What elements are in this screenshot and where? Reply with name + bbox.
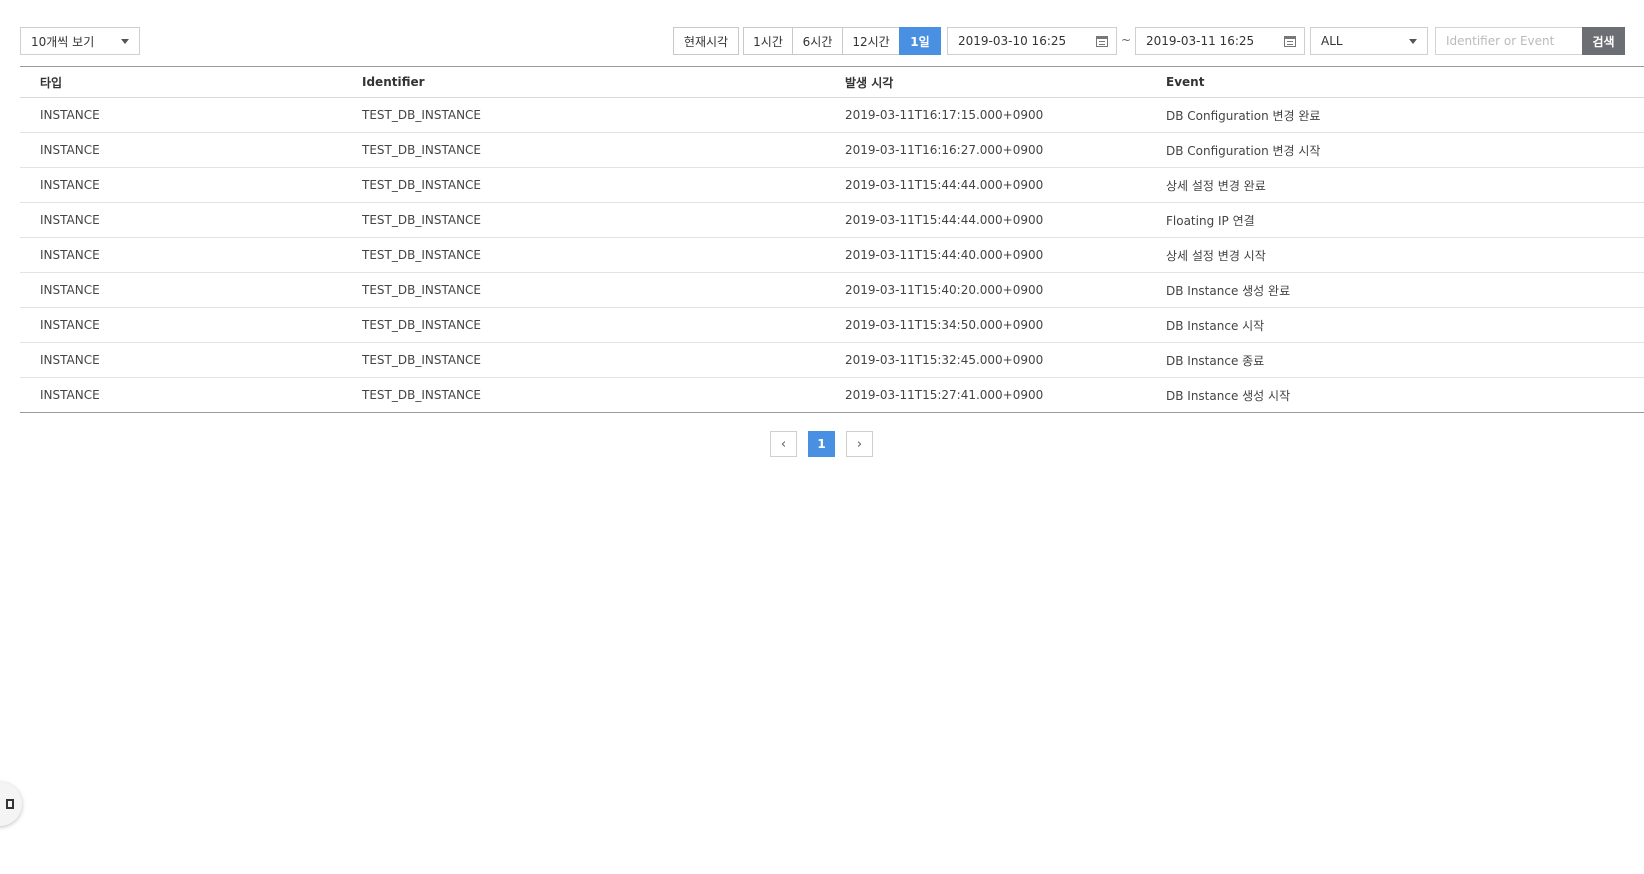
time-button-now-label: 현재시각 (683, 34, 729, 49)
time-button-6h-label: 6시간 (802, 34, 833, 49)
table-row: INSTANCE TEST_DB_INSTANCE 2019-03-11T15:… (20, 342, 1644, 378)
table-row: INSTANCE TEST_DB_INSTANCE 2019-03-11T15:… (20, 377, 1644, 413)
next-page-button[interactable]: › (846, 431, 873, 457)
date-from-value: 2019-03-10 16:25 (958, 34, 1067, 48)
cell-event: DB Instance 시작 (1166, 307, 1644, 343)
date-to-value: 2019-03-11 16:25 (1146, 34, 1255, 48)
table-row: INSTANCE TEST_DB_INSTANCE 2019-03-11T15:… (20, 307, 1644, 343)
type-filter-select[interactable]: ALL (1310, 27, 1428, 55)
prev-page-button[interactable]: ‹ (770, 431, 797, 457)
date-separator: ~ (1121, 33, 1132, 47)
time-button-now[interactable]: 현재시각 (673, 27, 739, 55)
cell-identifier: TEST_DB_INSTANCE (362, 307, 845, 343)
time-button-1d[interactable]: 1일 (899, 27, 941, 55)
chevron-left-icon: ‹ (780, 436, 787, 452)
time-button-12h[interactable]: 12시간 (842, 27, 900, 55)
cell-identifier: TEST_DB_INSTANCE (362, 167, 845, 203)
cell-time: 2019-03-11T15:40:20.000+0900 (845, 272, 1166, 308)
time-button-1h-label: 1시간 (753, 34, 783, 49)
cell-type: INSTANCE (20, 237, 362, 273)
cell-identifier: TEST_DB_INSTANCE (362, 202, 845, 238)
cell-time: 2019-03-11T16:16:27.000+0900 (845, 132, 1166, 168)
column-header-time[interactable]: 발생 시각 (845, 66, 1166, 98)
search-button-label: 검색 (1592, 34, 1615, 49)
cell-event: Floating IP 연결 (1166, 202, 1644, 238)
cell-event: DB Instance 생성 시작 (1166, 377, 1644, 413)
cell-event: DB Instance 종료 (1166, 342, 1644, 378)
cell-type: INSTANCE (20, 132, 362, 168)
cell-identifier: TEST_DB_INSTANCE (362, 272, 845, 308)
cell-identifier: TEST_DB_INSTANCE (362, 342, 845, 378)
cell-time: 2019-03-11T15:44:44.000+0900 (845, 167, 1166, 203)
page-size-select[interactable]: 10개씩 보기 (20, 27, 140, 55)
chevron-right-icon: › (856, 436, 863, 452)
event-table: 타입 Identifier 발생 시각 Event INSTANCE TEST_… (20, 66, 1644, 413)
cell-event: 상세 설정 변경 시작 (1166, 237, 1644, 273)
floating-action-button[interactable] (0, 782, 22, 826)
page-button-1[interactable]: 1 (808, 431, 835, 457)
cell-time: 2019-03-11T15:27:41.000+0900 (845, 377, 1166, 413)
table-row: INSTANCE TEST_DB_INSTANCE 2019-03-11T15:… (20, 167, 1644, 203)
search-button[interactable]: 검색 (1582, 27, 1625, 55)
time-button-6h[interactable]: 6시간 (792, 27, 843, 55)
page-size-label: 10개씩 보기 (31, 34, 95, 49)
date-from-field[interactable]: 2019-03-10 16:25 (947, 27, 1117, 55)
table-row: INSTANCE TEST_DB_INSTANCE 2019-03-11T15:… (20, 237, 1644, 273)
cell-type: INSTANCE (20, 97, 362, 133)
cell-identifier: TEST_DB_INSTANCE (362, 132, 845, 168)
time-button-1h[interactable]: 1시간 (743, 27, 793, 55)
chevron-down-icon (121, 39, 129, 44)
table-row: INSTANCE TEST_DB_INSTANCE 2019-03-11T15:… (20, 202, 1644, 238)
cell-event: DB Configuration 변경 시작 (1166, 132, 1644, 168)
calendar-icon[interactable] (1284, 36, 1296, 47)
time-button-1d-label: 1일 (910, 34, 930, 49)
type-filter-label: ALL (1321, 34, 1343, 48)
cell-type: INSTANCE (20, 307, 362, 343)
cell-time: 2019-03-11T16:17:15.000+0900 (845, 97, 1166, 133)
cell-event: DB Instance 생성 완료 (1166, 272, 1644, 308)
cell-type: INSTANCE (20, 342, 362, 378)
cell-event: 상세 설정 변경 완료 (1166, 167, 1644, 203)
calendar-icon[interactable] (1096, 36, 1108, 47)
cell-time: 2019-03-11T15:44:40.000+0900 (845, 237, 1166, 273)
column-header-identifier[interactable]: Identifier (362, 66, 845, 98)
time-button-12h-label: 12시간 (852, 34, 890, 49)
cell-time: 2019-03-11T15:34:50.000+0900 (845, 307, 1166, 343)
table-row: INSTANCE TEST_DB_INSTANCE 2019-03-11T16:… (20, 97, 1644, 133)
table-row: INSTANCE TEST_DB_INSTANCE 2019-03-11T16:… (20, 132, 1644, 168)
cell-type: INSTANCE (20, 377, 362, 413)
toolbar: 10개씩 보기 현재시각 1시간 6시간 12시간 1일 2019-03-10 … (0, 0, 1644, 60)
cell-identifier: TEST_DB_INSTANCE (362, 97, 845, 133)
cell-identifier: TEST_DB_INSTANCE (362, 237, 845, 273)
cell-time: 2019-03-11T15:32:45.000+0900 (845, 342, 1166, 378)
cell-time: 2019-03-11T15:44:44.000+0900 (845, 202, 1166, 238)
cell-event: DB Configuration 변경 완료 (1166, 97, 1644, 133)
chevron-down-icon (1409, 39, 1417, 44)
date-to-field[interactable]: 2019-03-11 16:25 (1135, 27, 1305, 55)
cell-identifier: TEST_DB_INSTANCE (362, 377, 845, 413)
column-header-event[interactable]: Event (1166, 66, 1644, 98)
column-header-type[interactable]: 타입 (20, 66, 362, 98)
cell-type: INSTANCE (20, 272, 362, 308)
table-header-row: 타입 Identifier 발생 시각 Event (20, 66, 1644, 98)
window-icon (6, 799, 14, 809)
search-input[interactable] (1435, 27, 1582, 55)
table-row: INSTANCE TEST_DB_INSTANCE 2019-03-11T15:… (20, 272, 1644, 308)
page-number: 1 (817, 437, 826, 451)
pagination: ‹ 1 › (770, 431, 873, 457)
cell-type: INSTANCE (20, 167, 362, 203)
cell-type: INSTANCE (20, 202, 362, 238)
